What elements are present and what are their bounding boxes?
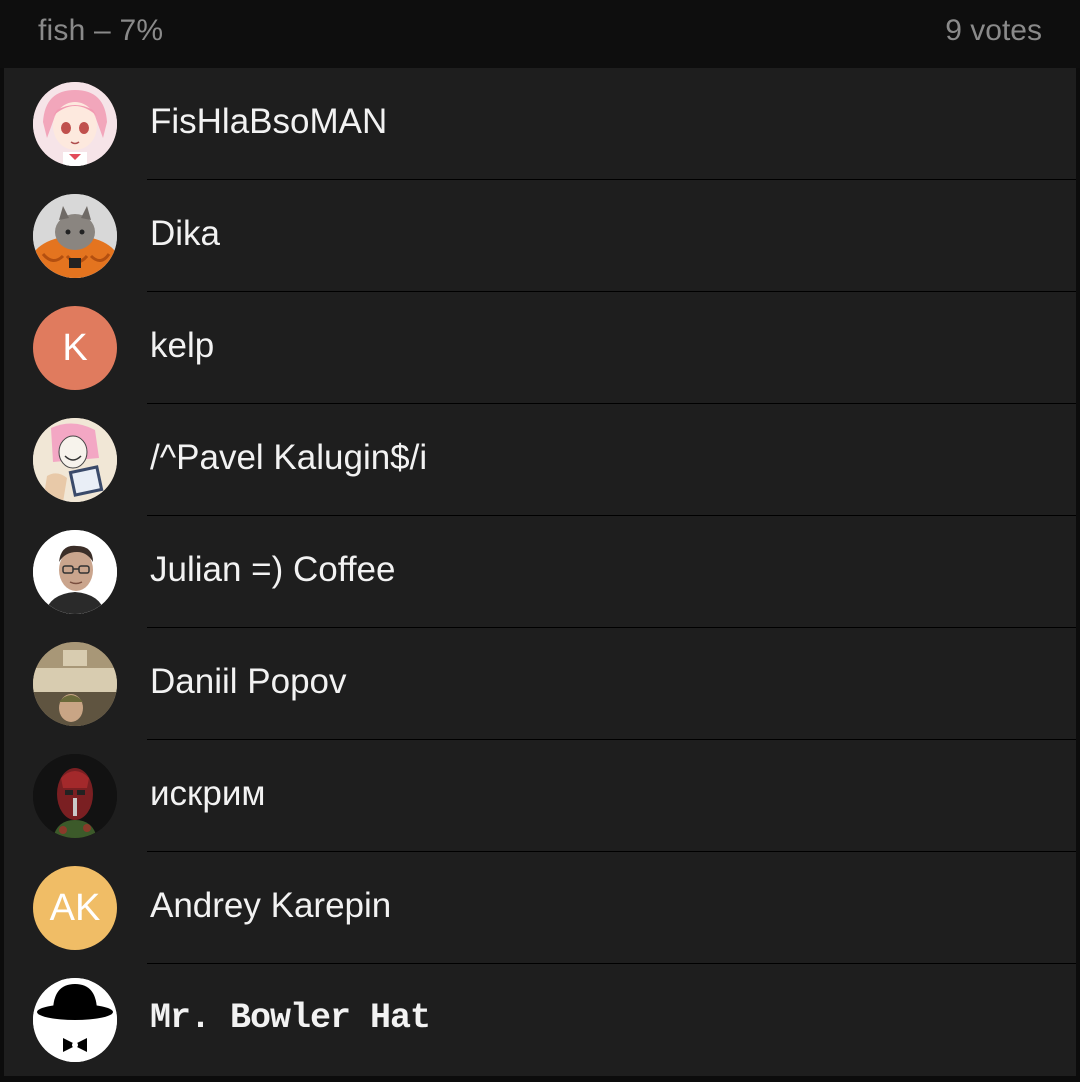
voter-list: FisHlaBsoMAN Dika K kelp /^Pavel Kalugin… xyxy=(4,68,1076,1076)
avatar-initials: K xyxy=(62,326,88,369)
avatar[interactable]: AK xyxy=(33,866,117,950)
voter-row[interactable]: Mr. Bowler Hat xyxy=(4,964,1076,1076)
voter-row[interactable]: искрим xyxy=(4,740,1076,852)
avatar[interactable] xyxy=(33,642,117,726)
voter-name: искрим xyxy=(150,774,266,813)
voter-name: Daniil Popov xyxy=(150,662,347,701)
avatar[interactable] xyxy=(33,194,117,278)
voter-row[interactable]: AK Andrey Karepin xyxy=(4,852,1076,964)
voter-name: Andrey Karepin xyxy=(150,886,392,925)
poll-option-header: fish – 7% 9 votes xyxy=(0,0,1080,68)
voter-name: FisHlaBsoMAN xyxy=(150,102,388,141)
avatar[interactable] xyxy=(33,418,117,502)
voter-row[interactable]: FisHlaBsoMAN xyxy=(4,68,1076,180)
voter-row[interactable]: Daniil Popov xyxy=(4,628,1076,740)
voter-name: /^Pavel Kalugin$/i xyxy=(150,438,428,477)
avatar[interactable] xyxy=(33,754,117,838)
voter-row[interactable]: Julian =) Coffee xyxy=(4,516,1076,628)
vote-count: 9 votes xyxy=(945,14,1042,47)
voter-name: kelp xyxy=(150,326,215,365)
voter-row[interactable]: K kelp xyxy=(4,292,1076,404)
voter-row[interactable]: Dika xyxy=(4,180,1076,292)
avatar[interactable] xyxy=(33,978,117,1062)
avatar[interactable]: K xyxy=(33,306,117,390)
avatar[interactable] xyxy=(33,82,117,166)
voter-row[interactable]: /^Pavel Kalugin$/i xyxy=(4,404,1076,516)
poll-option-title: fish – 7% xyxy=(38,14,164,47)
avatar[interactable] xyxy=(33,530,117,614)
avatar-initials: AK xyxy=(49,886,101,929)
voter-name: Mr. Bowler Hat xyxy=(150,998,431,1038)
voter-name: Dika xyxy=(150,214,221,253)
voter-name: Julian =) Coffee xyxy=(150,550,396,589)
poll-voters-screen: fish – 7% 9 votes FisHlaBsoMAN Dika K ke… xyxy=(0,0,1080,1082)
